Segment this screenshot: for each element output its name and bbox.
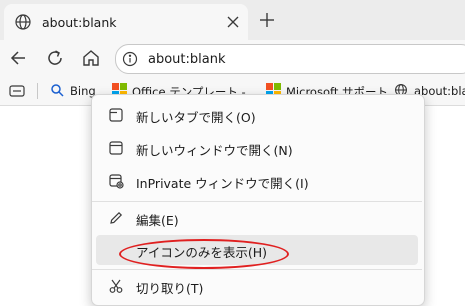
inprivate-window-icon <box>108 173 124 189</box>
tab-title: about:blank <box>42 15 117 30</box>
back-arrow-icon[interactable] <box>8 48 28 68</box>
menu-item-edit[interactable]: 編集(E) <box>96 203 418 233</box>
refresh-icon[interactable] <box>45 48 65 68</box>
address-bar[interactable]: about:blank <box>115 44 465 74</box>
menu-item-open-inprivate[interactable]: InPrivate ウィンドウで開く(I) <box>96 166 418 196</box>
menu-item-open-new-tab[interactable]: 新しいタブで開く(O) <box>96 100 418 130</box>
home-icon[interactable] <box>81 48 101 68</box>
favorites-manage-icon[interactable] <box>9 84 25 98</box>
menu-item-show-icon-only[interactable]: アイコンのみを表示(H) <box>96 235 418 269</box>
navigation-toolbar: about:blank <box>0 40 465 77</box>
tab-about-blank[interactable]: about:blank <box>4 4 248 40</box>
highlight-ellipse <box>119 239 289 269</box>
menu-item-cut[interactable]: 切り取り(T) <box>96 271 418 301</box>
menu-item-label: 切り取り(T) <box>136 281 204 296</box>
favorite-bing[interactable]: Bing <box>50 82 96 100</box>
new-window-icon <box>108 140 124 156</box>
close-icon[interactable] <box>226 15 240 29</box>
tab-strip: about:blank <box>0 0 465 40</box>
scissors-icon <box>108 278 124 294</box>
menu-item-label: 新しいウィンドウで開く(N) <box>136 143 293 158</box>
menu-item-open-new-window[interactable]: 新しいウィンドウで開く(N) <box>96 133 418 163</box>
favorites-divider <box>37 83 38 99</box>
menu-separator <box>92 269 422 270</box>
info-icon[interactable] <box>122 51 138 67</box>
menu-item-label: InPrivate ウィンドウで開く(I) <box>136 176 309 191</box>
globe-icon <box>14 13 32 31</box>
menu-separator <box>92 201 422 202</box>
context-menu: 新しいタブで開く(O) 新しいウィンドウで開く(N) InPrivate ウィン… <box>91 94 425 306</box>
pencil-icon <box>108 210 124 226</box>
new-tab-icon <box>108 107 124 123</box>
plus-icon[interactable] <box>257 10 277 30</box>
address-input[interactable]: about:blank <box>148 52 226 67</box>
menu-item-label: 新しいタブで開く(O) <box>136 110 256 125</box>
menu-item-label: 編集(E) <box>136 213 179 228</box>
search-icon <box>50 83 64 97</box>
